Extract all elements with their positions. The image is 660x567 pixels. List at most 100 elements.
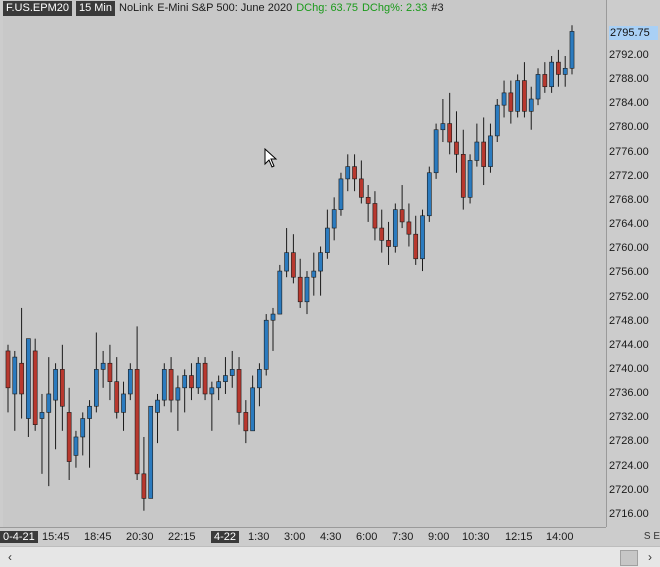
candle-down[interactable] [291,252,296,278]
price-scale[interactable]: 2795.75 2792.00 2788.00 2784.00 2780.00 2776… [607,0,660,527]
candle-up[interactable] [270,313,276,321]
candle-up[interactable] [182,375,188,389]
candle-up[interactable] [304,276,310,303]
candle-down[interactable] [134,369,140,475]
candle-up[interactable] [216,381,221,389]
candle-up[interactable] [338,178,344,210]
candle-up[interactable] [46,393,52,413]
candle-up[interactable] [121,393,126,413]
candle-down[interactable] [236,369,242,413]
candle-up[interactable] [569,31,575,69]
candle-up[interactable] [100,362,106,370]
candle-up[interactable] [528,98,534,112]
candle-down[interactable] [32,350,38,425]
candle-up[interactable] [155,399,160,413]
interval-label[interactable]: 15 Min [75,1,115,16]
candle-down[interactable] [60,369,65,407]
candle-up[interactable] [148,405,154,499]
scroll-thumb[interactable] [620,550,638,566]
candle-down[interactable] [352,166,357,180]
candle-up[interactable] [87,405,92,419]
candle-up[interactable] [515,80,520,112]
candle-up[interactable] [562,67,568,75]
candle-down[interactable] [114,381,120,413]
time-tick: 7:30 [392,531,414,543]
candle-down[interactable] [556,61,561,75]
price-tick: 2724.00 [609,459,649,472]
candle-up[interactable] [195,362,201,389]
candle-down[interactable] [399,209,405,223]
candle-up[interactable] [250,387,255,432]
candle-up[interactable] [80,418,86,438]
candle-down[interactable] [202,362,208,395]
candle-up[interactable] [420,215,425,260]
candle-up[interactable] [26,338,31,419]
candle-up[interactable] [277,270,283,315]
candle-down[interactable] [379,227,385,241]
candle-up[interactable] [73,436,79,456]
candle-up[interactable] [53,369,58,401]
candle-up[interactable] [426,172,432,217]
candle-down[interactable] [243,412,249,432]
candle-up[interactable] [161,369,167,401]
candle-down[interactable] [372,203,378,229]
candle-down[interactable] [359,178,364,198]
candle-down[interactable] [460,154,466,198]
price-tick: 2732.00 [609,411,649,424]
candle-down[interactable] [406,221,412,235]
candle-up[interactable] [318,252,323,272]
candle-down[interactable] [481,141,487,167]
candle-up[interactable] [494,104,500,137]
candle-down[interactable] [413,233,419,260]
candle-up[interactable] [345,166,351,180]
candle-down[interactable] [365,197,371,204]
candle-up[interactable] [392,209,398,247]
candle-up[interactable] [257,369,262,389]
candle-down[interactable] [508,92,514,112]
time-tick: 10:30 [462,531,490,543]
candle-up[interactable] [467,160,473,198]
candle-down[interactable] [168,369,174,401]
candle-down[interactable] [141,473,147,499]
candle-up[interactable] [127,369,133,395]
candle-up[interactable] [325,227,330,253]
candle-down[interactable] [189,375,194,389]
chevron-left-icon[interactable]: ‹ [2,549,18,565]
candle-down[interactable] [386,240,391,247]
candle-down[interactable] [542,74,548,88]
candle-down[interactable] [454,141,459,155]
candle-up[interactable] [331,209,337,229]
candlestick-chart[interactable] [3,0,606,527]
candle-up[interactable] [433,129,439,174]
chevron-right-icon[interactable]: › [642,549,658,565]
symbol-label[interactable]: F.US.EPM20 [3,1,72,16]
candle-up[interactable] [209,387,215,395]
candle-up[interactable] [440,123,446,131]
candle-down[interactable] [522,80,527,112]
candle-up[interactable] [263,319,269,370]
chart-number: #3 [431,2,444,14]
candle-up[interactable] [474,141,480,161]
candle-up[interactable] [501,92,507,106]
candle-up[interactable] [223,375,228,382]
candle-up[interactable] [535,74,541,100]
candle-down[interactable] [66,412,72,462]
candle-up[interactable] [229,369,235,376]
candle-up[interactable] [284,252,289,272]
candle-down[interactable] [447,123,453,143]
candle-up[interactable] [93,369,99,407]
candle-up[interactable] [311,270,317,278]
candle-up[interactable] [549,61,554,88]
time-tick: 14:00 [546,531,574,543]
date-marker: 4-22 [211,531,240,543]
candle-up[interactable] [39,412,45,419]
candle-down[interactable] [107,362,113,382]
candle-up[interactable] [12,356,18,395]
candle-up[interactable] [488,135,493,167]
candle-up[interactable] [175,387,181,401]
time-axis[interactable]: 0-4-21 15:45 18:45 20:30 22:15 4-22 1:30… [0,527,606,547]
horizontal-scrollbar[interactable]: ‹ › [0,546,660,567]
candle-down[interactable] [5,350,11,389]
candle-down[interactable] [19,362,24,395]
candle-down[interactable] [297,276,303,303]
